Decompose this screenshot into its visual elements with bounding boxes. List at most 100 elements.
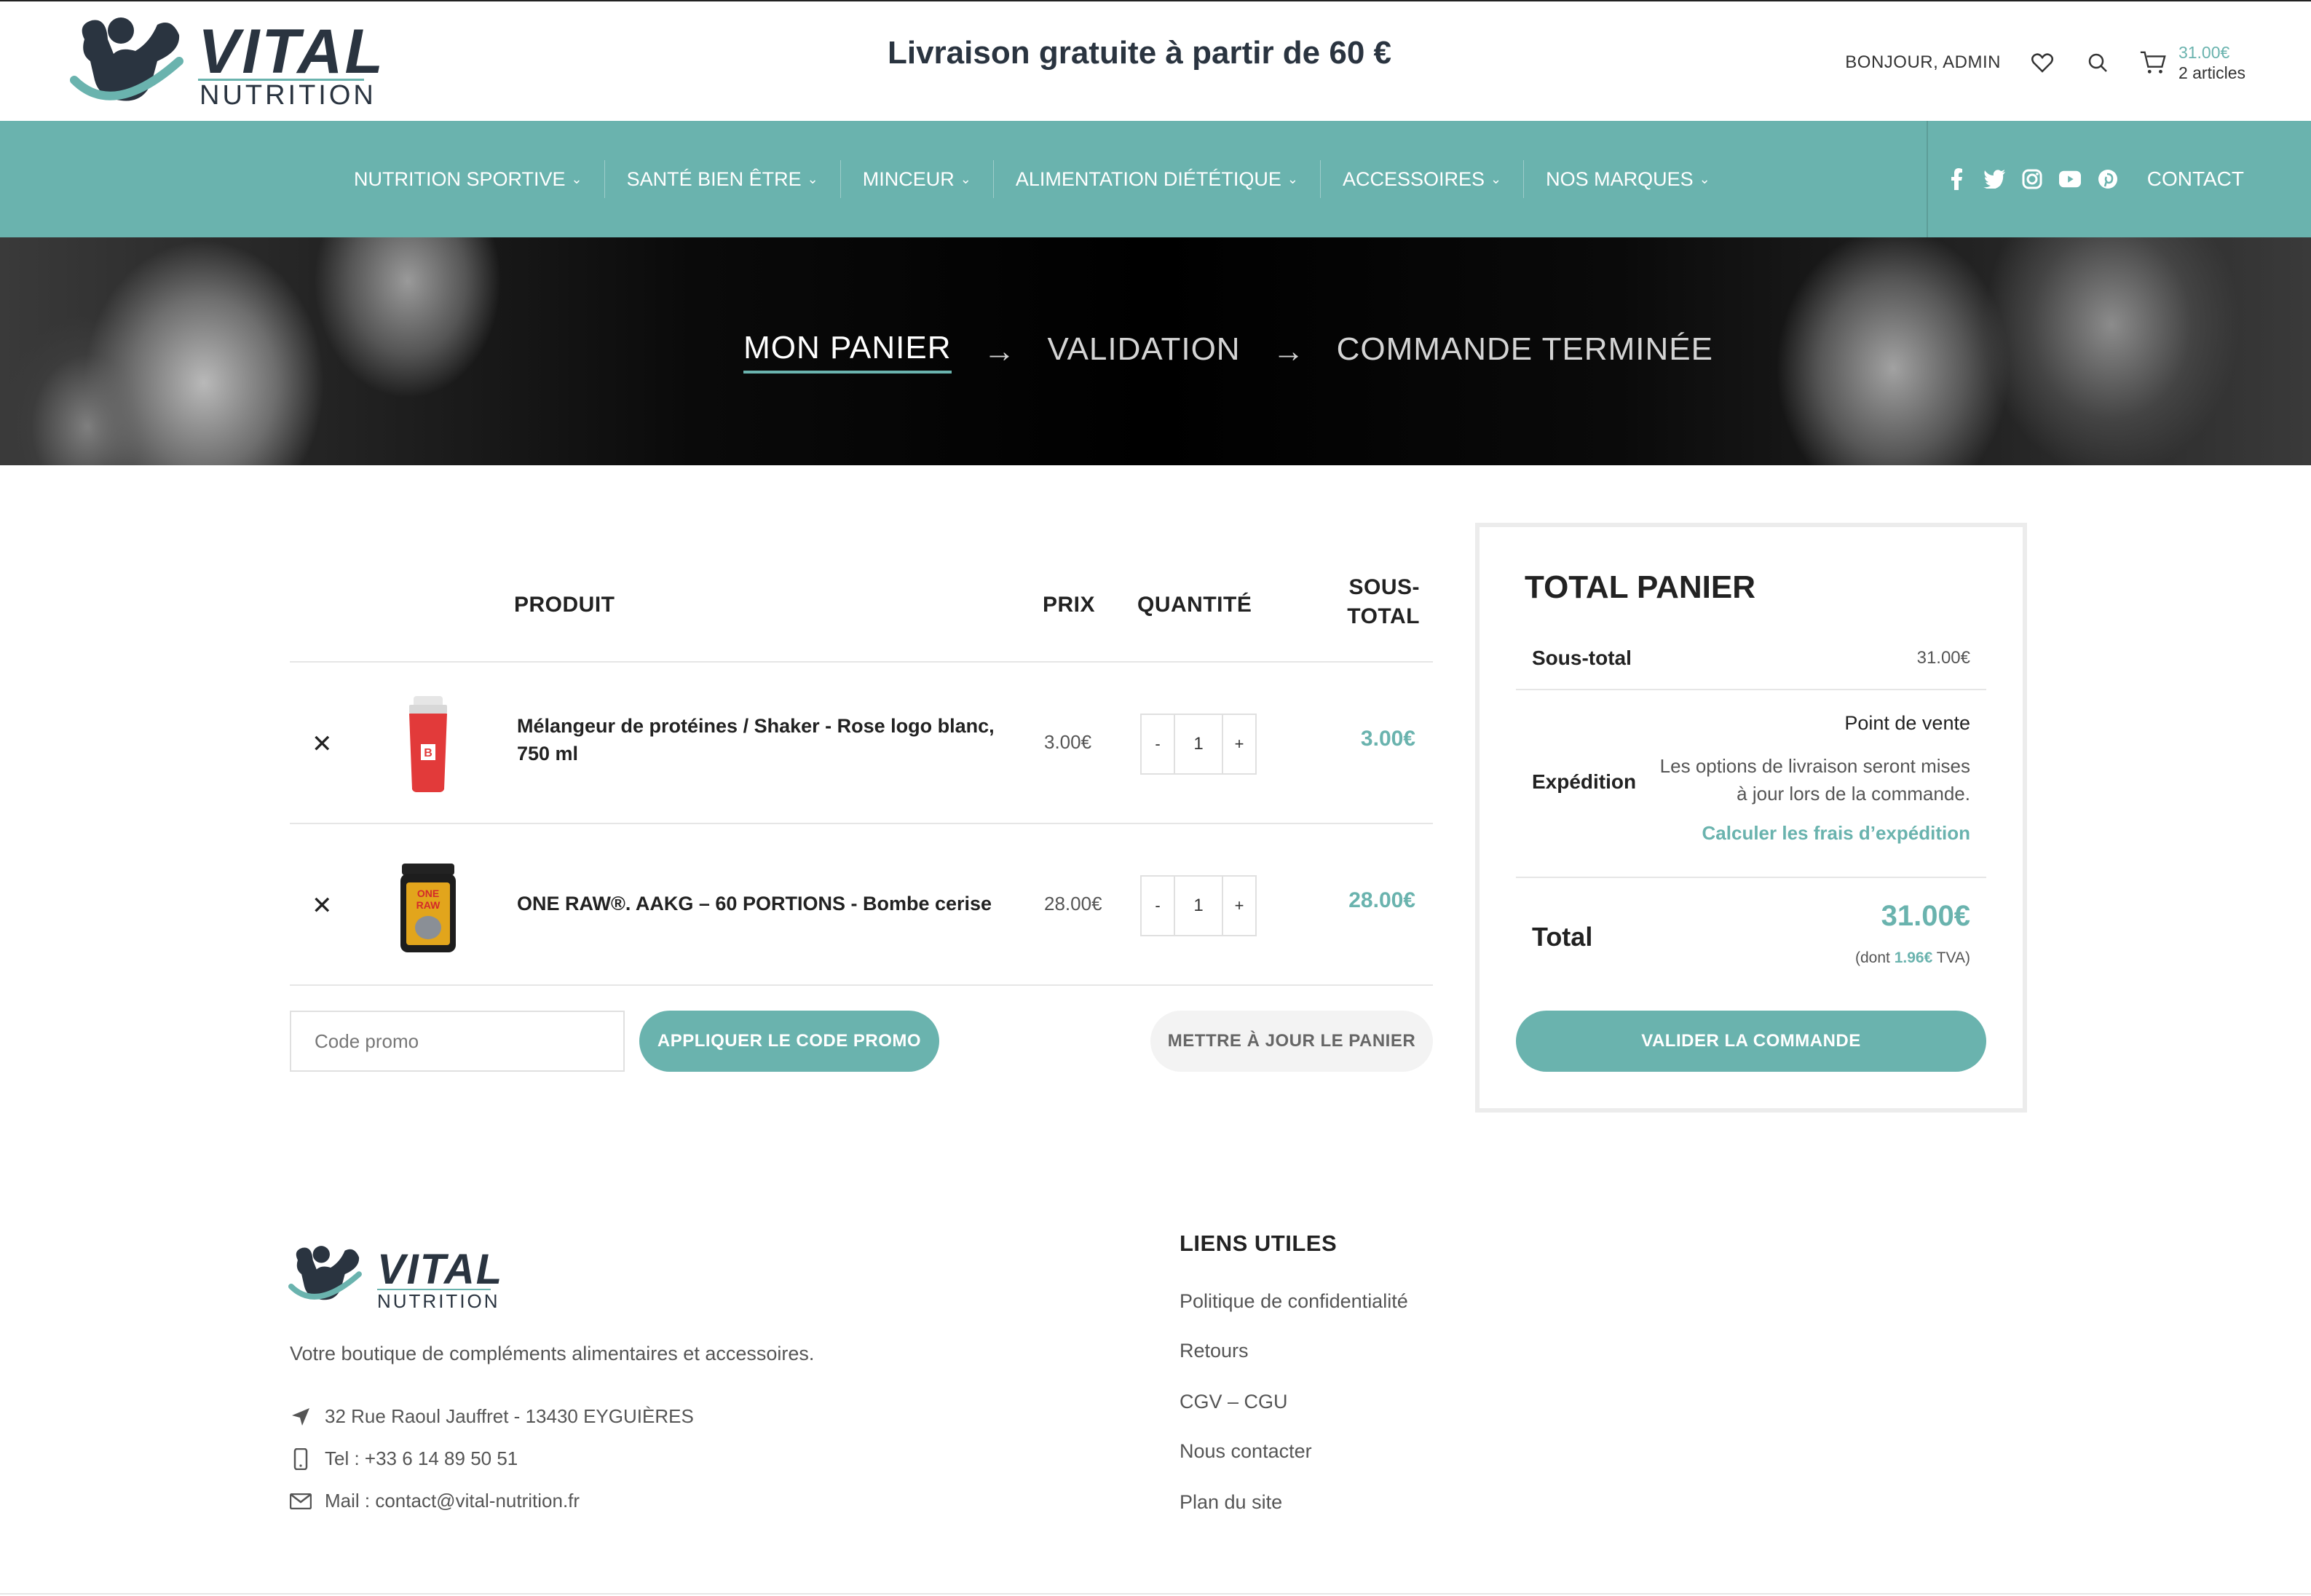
bodybuilder-logo-icon bbox=[288, 1246, 362, 1300]
footer-phone: Tel : +33 6 14 89 50 51 bbox=[290, 1447, 518, 1470]
qty-input[interactable]: 1 bbox=[1174, 715, 1223, 773]
mail-icon bbox=[290, 1490, 312, 1512]
pinterest-icon[interactable] bbox=[2097, 168, 2119, 190]
checkout-steps: MON PANIER → VALIDATION → COMMANDE TERMI… bbox=[0, 237, 2311, 465]
nav-item-label: MINCEUR bbox=[862, 167, 955, 190]
qty-minus-button[interactable]: - bbox=[1142, 715, 1174, 773]
footer-link-privacy[interactable]: Politique de confidentialité bbox=[1180, 1290, 1408, 1313]
vat-amount: 1.96€ bbox=[1894, 949, 1933, 966]
shipping-note: Les options de livraison seront mises à … bbox=[1659, 755, 1970, 805]
nav-contact-link[interactable]: CONTACT bbox=[2147, 121, 2244, 237]
free-shipping-banner: Livraison gratuite à partir de 60 € bbox=[887, 35, 1391, 71]
mini-cart-summary[interactable]: 31.00€ 2 articles bbox=[2178, 42, 2245, 83]
site-logo[interactable]: VITAL NUTRITION bbox=[70, 10, 383, 112]
header-actions: BONJOUR, ADMIN 31.00€ 2 articles bbox=[1845, 39, 2245, 86]
shipping-details: Point de vente Les options de livraison … bbox=[1650, 712, 1970, 845]
update-cart-button[interactable]: METTRE À JOUR LE PANIER bbox=[1150, 1011, 1433, 1072]
nav-item-nos-marques[interactable]: NOS MARQUES ⌄ bbox=[1524, 160, 1732, 198]
product-thumbnail-aakg[interactable]: ONE RAW bbox=[384, 855, 472, 957]
apply-promo-button[interactable]: APPLIQUER LE CODE PROMO bbox=[639, 1011, 939, 1072]
svg-text:RAW: RAW bbox=[416, 899, 441, 911]
mini-cart-count: 2 articles bbox=[2178, 63, 2245, 82]
remove-item-icon[interactable]: ✕ bbox=[312, 730, 333, 759]
search-icon[interactable] bbox=[2084, 49, 2111, 76]
product-price: 3.00€ bbox=[1044, 731, 1092, 753]
total-value: 31.00€ bbox=[1881, 900, 1970, 932]
cart-icon[interactable] bbox=[2139, 49, 2167, 76]
chevron-down-icon: ⌄ bbox=[807, 171, 818, 186]
qty-plus-button[interactable]: + bbox=[1223, 877, 1255, 935]
mini-cart-total: 31.00€ bbox=[2178, 43, 2230, 62]
vat-prefix: (dont bbox=[1855, 949, 1895, 966]
svg-text:B: B bbox=[424, 747, 432, 759]
mini-cart[interactable]: 31.00€ 2 articles bbox=[2139, 42, 2245, 83]
footer-address-text: 32 Rue Raoul Jauffret - 13430 EYGUIÈRES bbox=[325, 1405, 694, 1427]
footer-link-sitemap[interactable]: Plan du site bbox=[1180, 1491, 1282, 1514]
qty-minus-button[interactable]: - bbox=[1142, 877, 1174, 935]
account-greeting-link[interactable]: BONJOUR, ADMIN bbox=[1845, 52, 2001, 73]
header-price: PRIX bbox=[1043, 593, 1096, 617]
vat-note: (dont 1.96€ TVA) bbox=[1855, 949, 1970, 967]
calculate-shipping-link[interactable]: Calculer les frais d’expédition bbox=[1650, 822, 1970, 845]
product-name-link[interactable]: Mélangeur de protéines / Shaker - Rose l… bbox=[517, 712, 995, 767]
promo-code-input[interactable] bbox=[290, 1011, 625, 1072]
main-navigation: NUTRITION SPORTIVE ⌄ SANTÉ BIEN ÊTRE ⌄ MIN… bbox=[0, 121, 2311, 237]
shipping-label: Expédition bbox=[1532, 770, 1637, 793]
useful-links-title: LIENS UTILES bbox=[1180, 1230, 1338, 1256]
product-name-line1: ONE RAW®. AAKG – 60 PORTIONS - Bombe cer… bbox=[517, 893, 992, 914]
nav-item-minceur[interactable]: MINCEUR ⌄ bbox=[841, 160, 994, 198]
validate-order-button[interactable]: VALIDER LA COMMANDE bbox=[1516, 1011, 1986, 1072]
subtotal-value: 31.00€ bbox=[1916, 648, 1970, 668]
youtube-icon[interactable] bbox=[2059, 168, 2081, 190]
nav-item-label: SANTÉ BIEN ÊTRE bbox=[626, 167, 802, 190]
total-row: Total 31.00€ (dont 1.96€ TVA) bbox=[1516, 878, 1986, 995]
footer-phone-text[interactable]: Tel : +33 6 14 89 50 51 bbox=[325, 1447, 518, 1470]
footer-link-cgv[interactable]: CGV – CGU bbox=[1180, 1391, 1288, 1413]
header-subtotal-line1: SOUS- bbox=[1348, 575, 1420, 599]
remove-item-icon[interactable]: ✕ bbox=[312, 891, 333, 920]
nav-menu: NUTRITION SPORTIVE ⌄ SANTÉ BIEN ÊTRE ⌄ MIN… bbox=[332, 121, 1732, 237]
cart-table: PRODUIT PRIX QUANTITÉ SOUS- TOTAL ✕ B Mé… bbox=[290, 568, 1433, 1088]
chevron-down-icon: ⌄ bbox=[571, 171, 582, 186]
product-name-link[interactable]: ONE RAW®. AAKG – 60 PORTIONS - Bombe cer… bbox=[517, 890, 992, 917]
footer-mail-text[interactable]: Mail : contact@vital-nutrition.fr bbox=[325, 1490, 580, 1512]
heart-icon[interactable] bbox=[2028, 49, 2056, 76]
instagram-icon[interactable] bbox=[2021, 168, 2043, 190]
nav-item-accessoires[interactable]: ACCESSOIRES ⌄ bbox=[1321, 160, 1525, 198]
header-quantity: QUANTITÉ bbox=[1137, 593, 1252, 617]
cart-table-header: PRODUIT PRIX QUANTITÉ SOUS- TOTAL bbox=[290, 568, 1433, 663]
step-mon-panier[interactable]: MON PANIER bbox=[743, 330, 952, 374]
total-label: Total bbox=[1532, 922, 1593, 952]
line-subtotal: 28.00€ bbox=[1348, 888, 1415, 912]
subtotal-label: Sous-total bbox=[1532, 647, 1632, 669]
shipping-row: Expédition Point de vente Les options de… bbox=[1516, 690, 1986, 878]
nav-item-nutrition-sportive[interactable]: NUTRITION SPORTIVE ⌄ bbox=[332, 160, 605, 198]
facebook-icon[interactable] bbox=[1945, 168, 1967, 190]
footer-link-returns[interactable]: Retours bbox=[1180, 1340, 1249, 1362]
nav-item-alimentation-dietetique[interactable]: ALIMENTATION DIÉTÉTIQUE ⌄ bbox=[994, 160, 1321, 198]
footer-logo-nutrition: NUTRITION bbox=[377, 1290, 500, 1312]
logo-nutrition-text: NUTRITION bbox=[200, 80, 376, 111]
twitter-icon[interactable] bbox=[1983, 168, 2005, 190]
logo-vital-text: VITAL bbox=[198, 17, 386, 87]
svg-text:ONE: ONE bbox=[417, 888, 439, 899]
qty-plus-button[interactable]: + bbox=[1223, 715, 1255, 773]
nav-item-sante-bien-etre[interactable]: SANTÉ BIEN ÊTRE ⌄ bbox=[605, 160, 841, 198]
qty-input[interactable]: 1 bbox=[1174, 877, 1223, 935]
shipping-method: Point de vente bbox=[1844, 712, 1970, 734]
cart-actions: APPLIQUER LE CODE PROMO METTRE À JOUR LE… bbox=[290, 986, 1433, 1088]
product-thumbnail-shaker[interactable]: B bbox=[384, 693, 472, 795]
chevron-down-icon: ⌄ bbox=[960, 171, 971, 186]
phone-icon bbox=[290, 1447, 312, 1470]
footer-logo[interactable]: VITAL NUTRITION bbox=[288, 1239, 507, 1312]
header-subtotal-line2: TOTAL bbox=[1347, 604, 1420, 628]
nav-divider bbox=[1927, 121, 1928, 237]
top-header: VITAL NUTRITION Livraison gratuite à par… bbox=[0, 0, 2311, 121]
social-links bbox=[1945, 121, 2119, 237]
subtotal-row: Sous-total 31.00€ bbox=[1516, 628, 1986, 690]
checkout-hero-banner: MON PANIER → VALIDATION → COMMANDE TERMI… bbox=[0, 237, 2311, 465]
footer-link-contact[interactable]: Nous contacter bbox=[1180, 1440, 1312, 1463]
cart-totals-box: TOTAL PANIER Sous-total 31.00€ Expéditio… bbox=[1475, 523, 2027, 1113]
step-validation[interactable]: VALIDATION bbox=[1048, 331, 1241, 372]
quantity-stepper: - 1 + bbox=[1140, 875, 1257, 936]
